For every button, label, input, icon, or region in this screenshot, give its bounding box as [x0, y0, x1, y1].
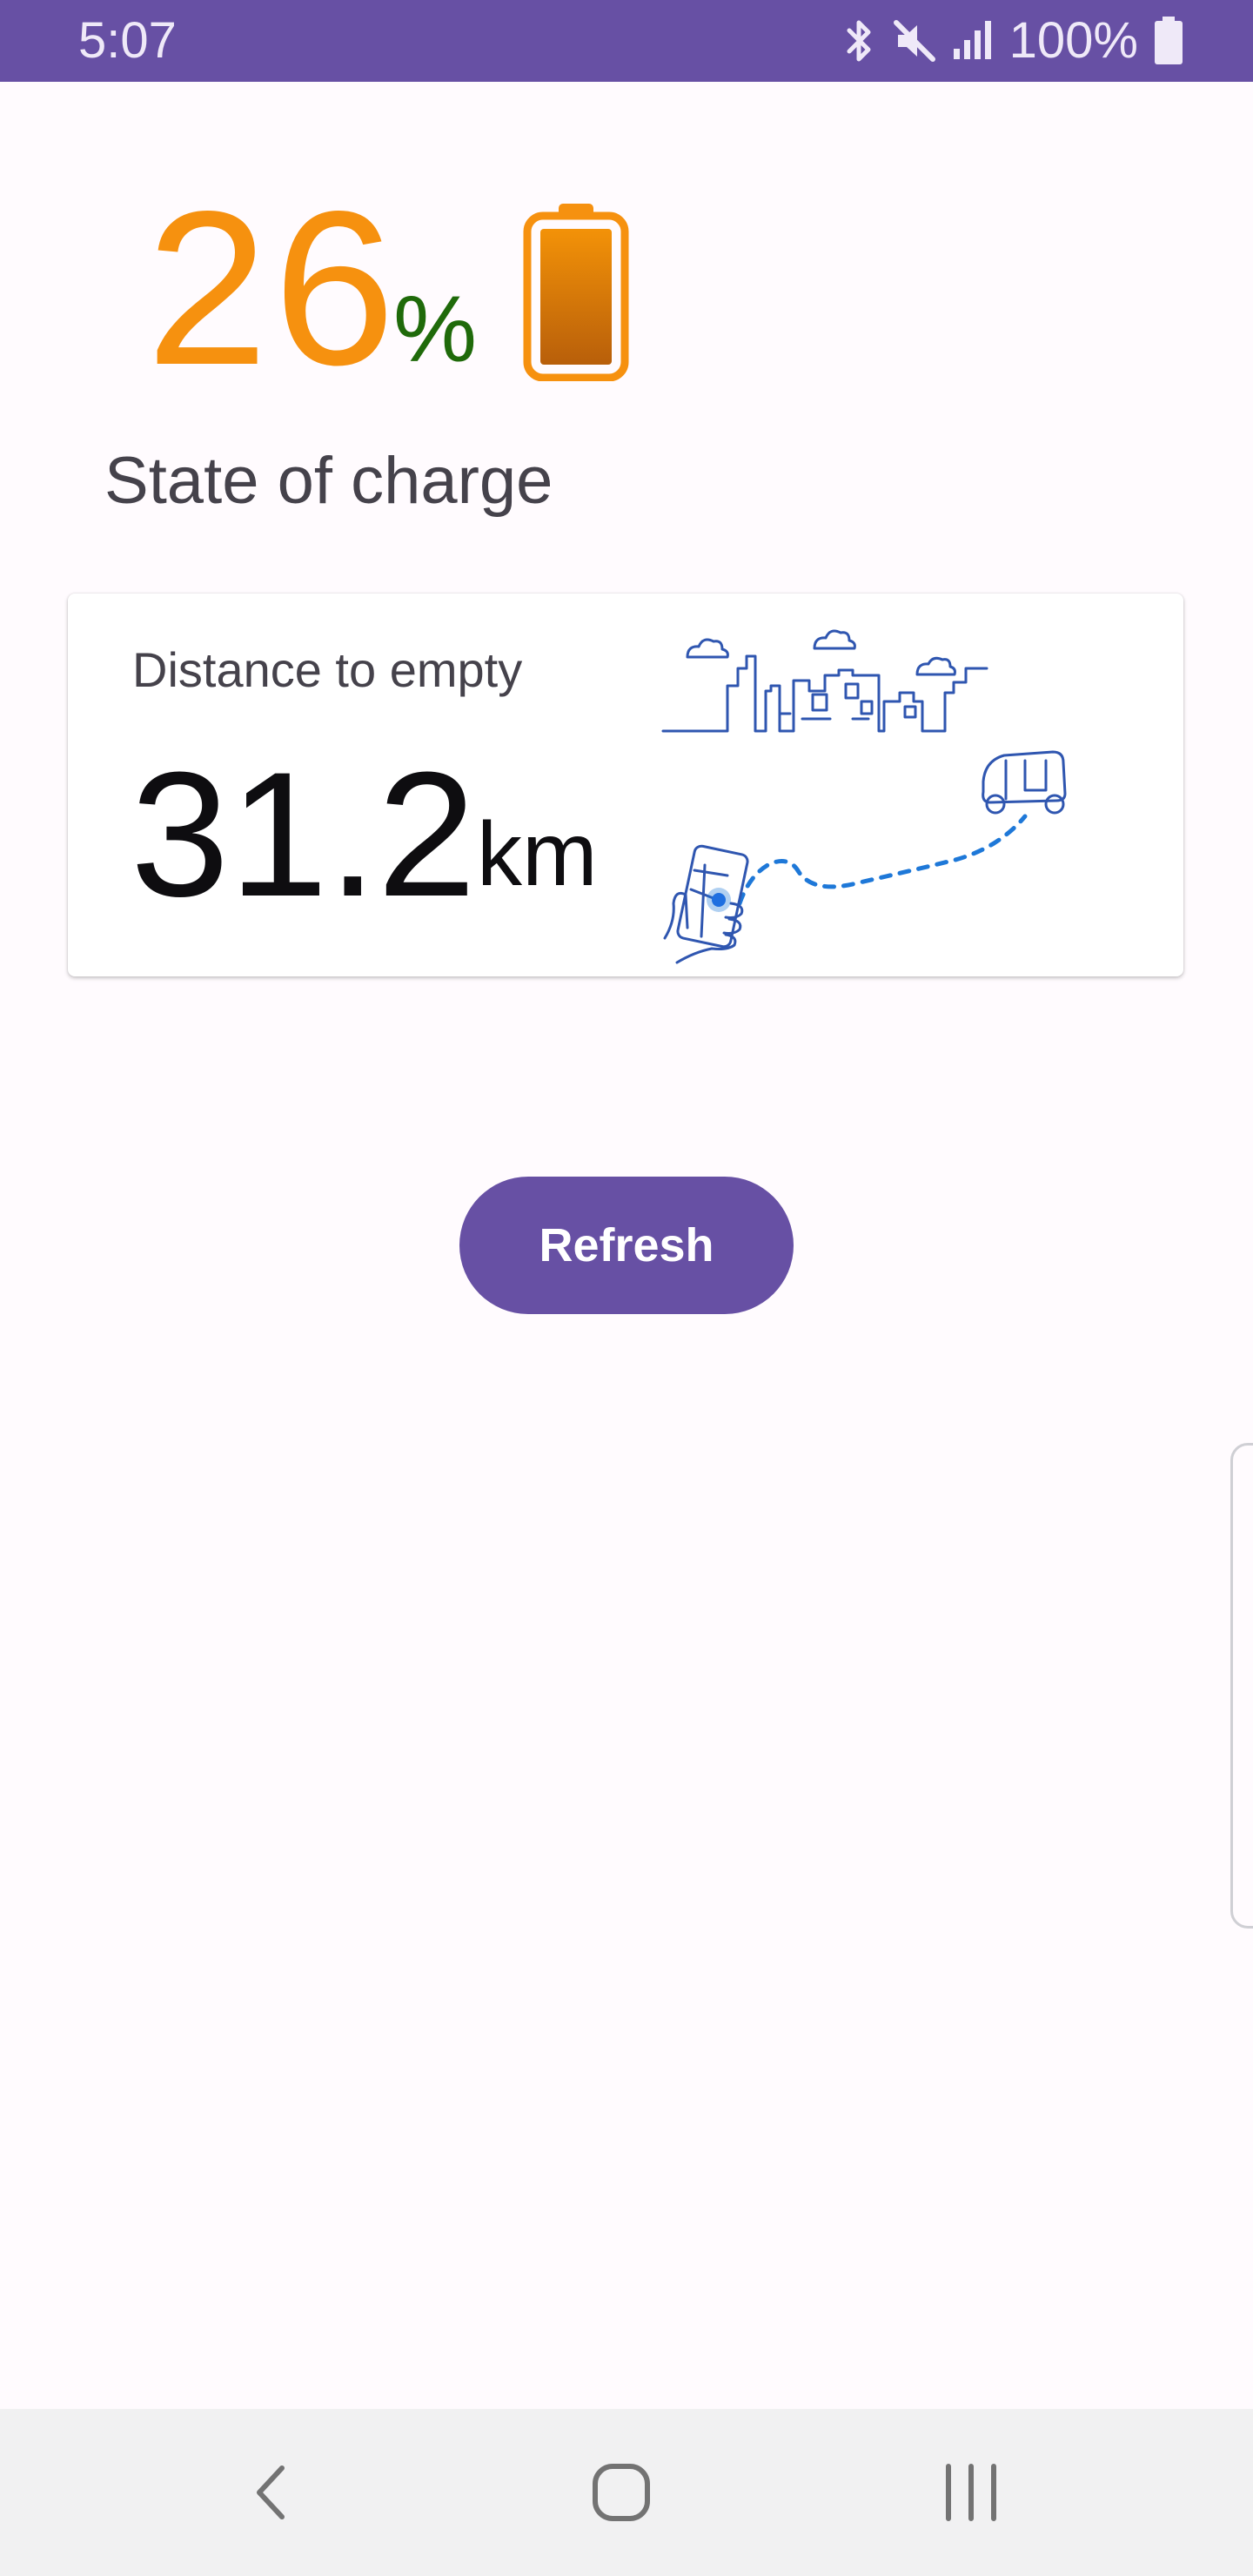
mute-icon [893, 20, 935, 62]
battery-full-icon [523, 204, 629, 381]
state-of-charge-value: 26 [146, 166, 401, 411]
navigation-bar [0, 2409, 1253, 2576]
status-bar: 5:07 100% [0, 0, 1253, 82]
state-of-charge-label: State of charge [104, 444, 553, 518]
refresh-button[interactable]: Refresh [459, 1177, 794, 1314]
distance-title: Distance to empty [132, 642, 523, 697]
status-icons: 100% [841, 10, 1183, 71]
distance-unit: km [477, 804, 598, 905]
edge-panel-handle[interactable] [1230, 1443, 1253, 1929]
distance-value: 31.2 [131, 735, 477, 934]
bluetooth-icon [847, 20, 871, 62]
state-of-charge-unit: % [393, 276, 478, 381]
battery-icon [1155, 17, 1183, 64]
signal-icon [953, 21, 991, 59]
city-route-rickshaw-illustration [661, 629, 1067, 964]
home-icon [593, 2464, 650, 2521]
distance-to-empty-card: Distance to empty 31.2 km [68, 594, 1183, 976]
nav-back-button[interactable] [193, 2409, 350, 2576]
nav-home-button[interactable] [543, 2409, 700, 2576]
nav-recents-button[interactable] [893, 2409, 1049, 2576]
status-time: 5:07 [78, 12, 177, 69]
back-icon [257, 2465, 285, 2519]
status-battery-percent: 100% [1008, 12, 1138, 69]
recents-icon [946, 2464, 996, 2521]
